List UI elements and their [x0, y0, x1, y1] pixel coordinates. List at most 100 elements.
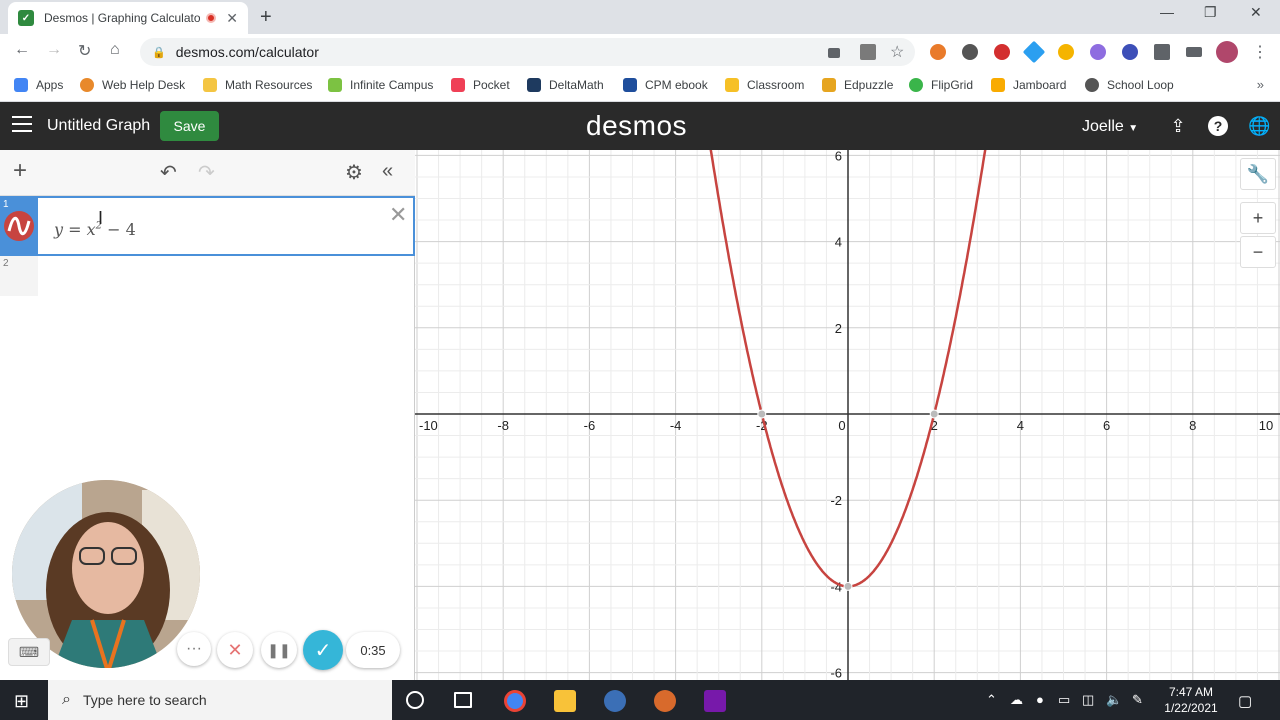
collapse-list-icon[interactable]: « [382, 160, 393, 183]
finish-recording-button[interactable]: ✓ [303, 630, 343, 670]
network-icon[interactable]: ☁ [1010, 692, 1023, 708]
x-tick-label: 4 [1017, 418, 1024, 433]
taskbar-search[interactable]: ⌕ Type here to search [48, 680, 392, 720]
task-view-icon[interactable] [454, 692, 472, 708]
bookmark-flipgrid[interactable]: FlipGrid [909, 78, 973, 92]
graph-title[interactable]: Untitled Graph [47, 117, 150, 135]
more-options-button[interactable]: ··· [177, 632, 211, 666]
point-of-interest [757, 409, 767, 419]
bookmark-deltamath[interactable]: DeltaMath [527, 78, 604, 92]
expression-row-empty[interactable]: 2 [0, 256, 38, 296]
bookmarks-bar: Apps Web Help Desk Math Resources Infini… [0, 70, 1280, 102]
wifi-icon[interactable]: ◫ [1082, 692, 1094, 708]
bookmark-classroom[interactable]: Classroom [725, 78, 804, 92]
y-tick-label: -6 [830, 666, 842, 680]
settings-gear-icon[interactable]: ⚙ [345, 160, 363, 185]
onenote-icon[interactable] [704, 690, 726, 712]
volume-icon[interactable]: 🔈 [1106, 692, 1122, 708]
zoom-in-button[interactable]: + [1240, 202, 1276, 234]
back-button[interactable]: ← [14, 41, 30, 59]
formula-rhs: − 4 [102, 220, 136, 239]
bookmark-pocket[interactable]: Pocket [451, 78, 510, 92]
recording-timer: 0:35 [346, 632, 400, 668]
file-explorer-icon[interactable] [554, 690, 576, 712]
pen-icon[interactable]: ✎ [1132, 692, 1143, 708]
x-tick-label: 10 [1259, 418, 1273, 433]
bookmark-infinite-campus[interactable]: Infinite Campus [328, 78, 433, 92]
reload-button[interactable]: ↻ [78, 41, 91, 61]
bookmark-cpm-ebook[interactable]: CPM ebook [623, 78, 708, 92]
expression-row[interactable]: 1 y = x2 − 4 I ✕ [0, 196, 415, 256]
tray-overflow-icon[interactable]: ⌃ [986, 692, 997, 708]
new-tab-button[interactable]: + [260, 6, 272, 29]
graph-color-icon[interactable] [4, 211, 34, 241]
x-tick-label: -6 [584, 418, 596, 433]
home-button[interactable]: ⌂ [110, 41, 120, 59]
camera-icon[interactable] [828, 48, 840, 58]
bookmark-jamboard[interactable]: Jamboard [991, 78, 1066, 92]
delete-expression-icon[interactable]: ✕ [389, 202, 407, 228]
bookmark-math-resources[interactable]: Math Resources [203, 78, 312, 92]
menu-hamburger-icon[interactable] [12, 116, 32, 134]
windows-start-icon[interactable]: ⊞ [14, 691, 36, 713]
bookmark-star-icon[interactable]: ☆ [890, 42, 904, 62]
chrome-menu-icon[interactable]: ⋮ [1252, 42, 1268, 62]
search-placeholder: Type here to search [82, 692, 207, 708]
reading-list-icon[interactable] [1186, 47, 1202, 57]
desmos-header: Untitled Graph Save desmos Joelle ▼ ⇪ ? … [0, 102, 1280, 150]
address-bar[interactable]: 🔒 desmos.com/calculator [140, 38, 915, 66]
extension-diamond-icon[interactable] [1022, 40, 1046, 64]
help-icon[interactable]: ? [1208, 116, 1228, 136]
extensions-puzzle-icon[interactable] [1154, 44, 1170, 60]
chrome-taskbar-icon[interactable] [504, 690, 526, 712]
notifications-icon[interactable]: ▢ [1238, 692, 1252, 710]
save-button[interactable]: Save [160, 111, 219, 141]
bookmark-school-loop[interactable]: School Loop [1085, 78, 1174, 92]
cortana-icon[interactable] [406, 691, 424, 709]
expression-formula[interactable]: y = x2 − 4 [54, 220, 136, 239]
text-cursor-icon: I [98, 208, 104, 228]
extension-1-icon[interactable] [930, 44, 946, 60]
minimize-button[interactable]: — [1160, 4, 1174, 20]
infinite-campus-icon [328, 78, 342, 92]
snip-tool-icon[interactable] [604, 690, 626, 712]
close-tab-icon[interactable]: ✕ [226, 10, 238, 27]
profile-avatar[interactable] [1216, 41, 1238, 63]
pocket-extension-icon[interactable] [962, 44, 978, 60]
user-menu[interactable]: Joelle ▼ [1082, 118, 1138, 136]
restore-button[interactable]: ❐ [1204, 4, 1217, 21]
browser-toolbar: ← → ↻ ⌂ 🔒 desmos.com/calculator ☆ ⋮ [0, 34, 1280, 70]
pause-button[interactable]: ❚❚ [261, 632, 297, 668]
share-icon[interactable]: ⇪ [1168, 116, 1188, 136]
add-item-button[interactable]: + [13, 157, 27, 185]
close-window-button[interactable]: ✕ [1250, 4, 1262, 21]
bookmark-edpuzzle[interactable]: Edpuzzle [822, 78, 893, 92]
undo-icon[interactable]: ↶ [160, 160, 177, 185]
system-clock[interactable]: 7:47 AM 1/22/2021 [1160, 684, 1222, 716]
forward-button[interactable]: → [46, 41, 62, 59]
app-palette-icon[interactable] [654, 690, 676, 712]
extension-shield-icon[interactable] [1058, 44, 1074, 60]
globe-language-icon[interactable]: 🌐 [1248, 116, 1270, 136]
expression-gutter: 1 [0, 198, 38, 256]
browser-tab[interactable]: ✓ Desmos | Graphing Calculator ✕ [8, 2, 248, 34]
bookmark-apps[interactable]: Apps [14, 78, 63, 92]
graph-paper[interactable]: -10 -8 -6 -4 -2 0 2 4 6 8 10 6 4 2 -2 -4 -6 🔧 + − [415, 150, 1280, 680]
keyboard-icon[interactable]: ⌨ [8, 638, 50, 666]
translate-icon[interactable] [860, 44, 876, 60]
battery-icon[interactable]: ▭ [1058, 692, 1070, 708]
cancel-recording-button[interactable]: ✕ [217, 632, 253, 668]
clock-date: 1/22/2021 [1164, 701, 1218, 715]
extension-gear-icon[interactable] [1090, 44, 1106, 60]
adblock-icon[interactable] [994, 44, 1010, 60]
bookmark-web-help-desk[interactable]: Web Help Desk [80, 78, 185, 92]
extension-k-icon[interactable] [1122, 44, 1138, 60]
expression-index: 2 [3, 258, 9, 269]
browser-tab-strip: ✓ Desmos | Graphing Calculator ✕ + — ❐ ✕ [0, 0, 1280, 34]
microphone-icon[interactable]: ● [1036, 692, 1044, 707]
zoom-out-button[interactable]: − [1240, 236, 1276, 268]
redo-icon[interactable]: ↷ [198, 160, 215, 185]
bookmarks-overflow-icon[interactable]: » [1257, 77, 1264, 92]
chevron-down-icon: ▼ [1128, 123, 1139, 134]
graph-settings-wrench-icon[interactable]: 🔧 [1240, 158, 1276, 190]
